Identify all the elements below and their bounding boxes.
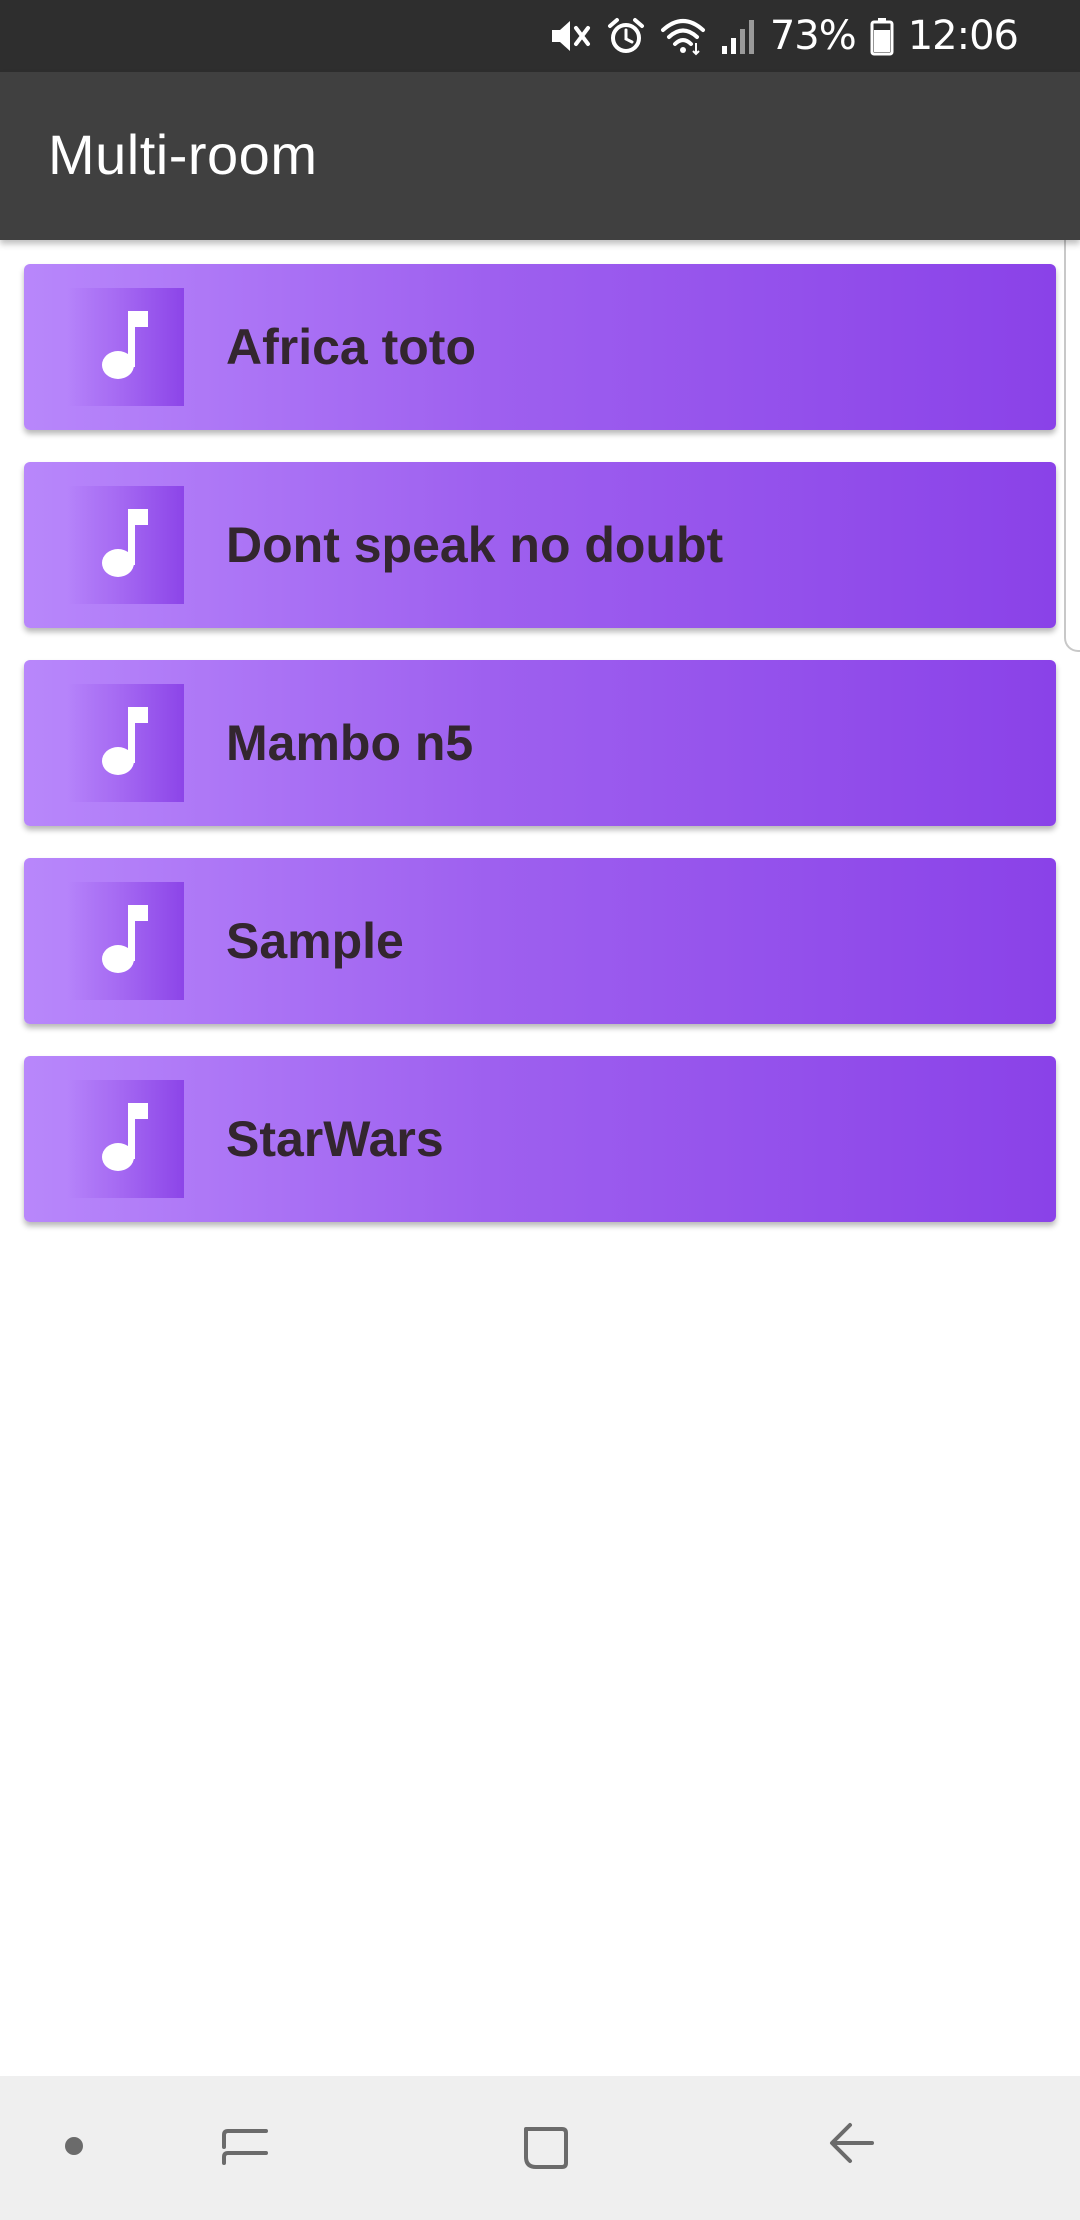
alarm-icon [606, 16, 646, 56]
song-icon-box [68, 1080, 184, 1198]
status-time: 12:06 [907, 13, 1019, 59]
app-bar: Multi-room [0, 72, 1080, 240]
home-button[interactable] [490, 2076, 600, 2220]
recents-icon [218, 2119, 272, 2178]
music-note-icon [96, 305, 156, 390]
song-icon-box [68, 882, 184, 1000]
song-item-dont-speak-no-doubt[interactable]: Dont speak no doubt [24, 462, 1056, 628]
recents-button[interactable] [190, 2076, 300, 2220]
song-title: StarWars [226, 1111, 444, 1167]
song-item-sample[interactable]: Sample [24, 858, 1056, 1024]
music-note-icon [96, 701, 156, 786]
back-icon [824, 2119, 878, 2178]
navigation-bar [0, 2076, 1080, 2220]
song-title: Mambo n5 [226, 715, 474, 771]
screen: 73% 12:06 Multi-room Africa toto Dont sp… [0, 0, 1080, 2220]
song-title: Dont speak no doubt [226, 517, 724, 573]
status-bar: 73% 12:06 [0, 0, 1080, 72]
back-button[interactable] [796, 2076, 906, 2220]
status-icons: 73% 12:06 [548, 0, 1019, 72]
assistant-dot-icon [64, 2136, 84, 2161]
music-note-icon [96, 503, 156, 588]
song-title: Sample [226, 913, 404, 969]
song-list: Africa toto Dont speak no doubt Mambo n5… [24, 264, 1056, 1254]
page-title: Multi-room [48, 123, 318, 186]
song-item-mambo-n5[interactable]: Mambo n5 [24, 660, 1056, 826]
battery-icon [870, 16, 894, 56]
assistant-button[interactable] [34, 2076, 114, 2220]
music-note-icon [96, 1097, 156, 1182]
edge-panel-handle[interactable] [1064, 218, 1080, 652]
battery-percent: 73% [769, 13, 857, 59]
home-icon [518, 2119, 572, 2178]
song-item-africa-toto[interactable]: Africa toto [24, 264, 1056, 430]
mute-icon [548, 16, 592, 56]
music-note-icon [96, 899, 156, 984]
song-icon-box [68, 684, 184, 802]
signal-icon [720, 16, 756, 56]
wifi-icon [660, 16, 706, 56]
song-icon-box [68, 486, 184, 604]
song-icon-box [68, 288, 184, 406]
song-item-starwars[interactable]: StarWars [24, 1056, 1056, 1222]
song-title: Africa toto [226, 319, 476, 375]
